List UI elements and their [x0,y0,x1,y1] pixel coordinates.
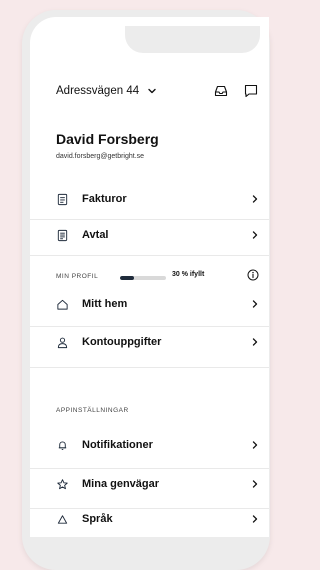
menu-item-label: Fakturor [82,193,127,205]
star-icon [55,477,69,491]
profile-progress-bar [120,276,166,280]
home-icon [55,297,69,311]
bell-icon [55,438,69,452]
menu-item-label: Mina genvägar [82,478,160,490]
menu-item-language[interactable]: Språk [30,500,269,537]
menu-item-label: Språk [82,513,113,525]
menu-item-my-home[interactable]: Mitt hem [30,285,269,323]
menu-item-invoices[interactable]: Fakturor [30,180,269,218]
menu-item-label: Mitt hem [82,298,128,310]
invoice-icon [55,192,69,206]
section-divider [30,367,269,368]
section-divider [30,255,269,256]
chevron-right-icon [252,195,258,203]
chevron-right-icon [252,480,258,488]
menu-item-label: Kontouppgifter [82,336,162,348]
chevron-right-icon [252,441,258,449]
menu-item-shortcuts[interactable]: Mina genvägar [30,465,269,503]
menu-item-account-details[interactable]: Kontouppgifter [30,323,269,361]
inbox-icon[interactable] [213,83,229,99]
app-settings-section-title: APPINSTÄLLNINGAR [56,407,129,414]
language-icon [55,512,69,526]
address-label: Adressvägen 44 [56,85,140,97]
top-bar: Adressvägen 44 [30,81,269,105]
menu-item-label: Avtal [82,229,109,241]
menu-item-label: Notifikationer [82,439,153,451]
user-email: david.forsberg@getbright.se [56,153,145,160]
user-icon [55,335,69,349]
chevron-down-icon [148,88,156,94]
contract-icon [55,228,69,242]
menu-item-contracts[interactable]: Avtal [30,216,269,254]
profile-progress-label: 30 % ifyllt [172,271,205,278]
profile-section-title: MIN PROFIL [56,273,99,280]
chevron-right-icon [252,300,258,308]
profile-progress-fill [120,276,134,280]
user-name: David Forsberg [56,131,159,147]
app-screen: Adressvägen 44 David Forsberg david.fors… [30,17,269,537]
chevron-right-icon [252,338,258,346]
info-icon[interactable] [247,269,259,281]
menu-item-notifications[interactable]: Notifikationer [30,426,269,464]
address-selector[interactable]: Adressvägen 44 [56,81,157,101]
chevron-right-icon [252,231,258,239]
chat-icon[interactable] [243,83,259,99]
phone-notch [125,26,260,53]
chevron-right-icon [252,515,258,523]
